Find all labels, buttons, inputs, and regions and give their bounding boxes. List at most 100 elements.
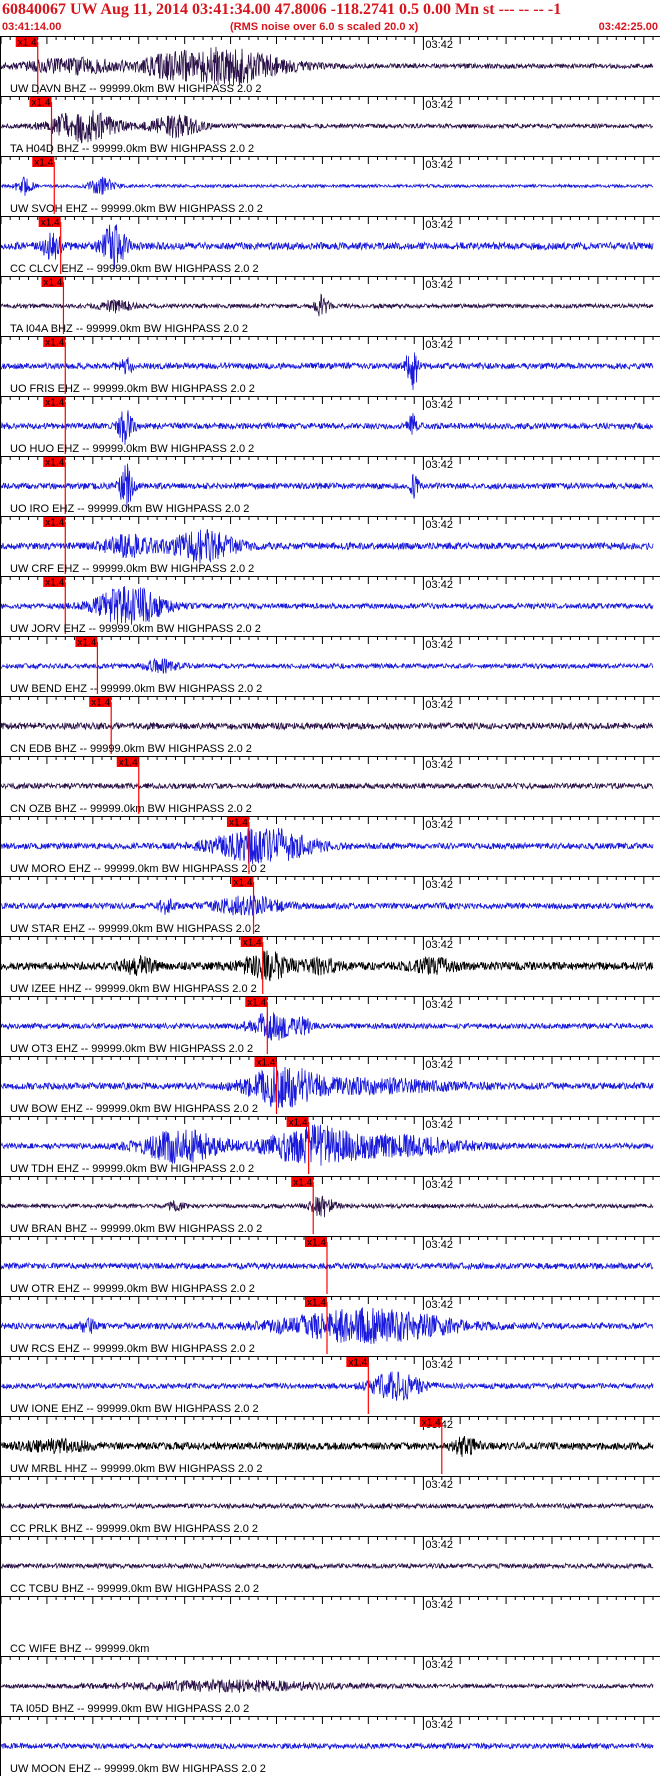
station-label: TA I04A BHZ -- 99999.0km BW HIGHPASS 2.0…: [10, 323, 248, 335]
minute-tick-label: 03:42: [425, 819, 453, 831]
pick-flag-label: x1.4: [91, 698, 110, 709]
station-label: UW MORO EHZ -- 99999.0km BW HIGHPASS 2.0…: [10, 863, 266, 875]
station-label: CN EDB BHZ -- 99999.0km BW HIGHPASS 2.0 …: [10, 743, 252, 755]
trace-17: 03:42 x1.4 UW BOW EHZ -- 99999.0km BW HIGH…: [0, 1056, 660, 1116]
station-label: UW BRAN BHZ -- 99999.0km BW HIGHPASS 2.0…: [10, 1223, 262, 1235]
pick-flag-label: x1.4: [32, 98, 51, 109]
trace-12: 03:42 x1.4 CN OZB BHZ -- 99999.0km BW HIGH…: [0, 756, 660, 816]
waveform: [0, 463, 654, 509]
trace-27: 03:42 TA I05D BHZ -- 99999.0km BW HIGHPAS…: [0, 1656, 660, 1716]
minute-tick-label: 03:42: [425, 1479, 453, 1491]
trace-25: 03:42 CC TCBU BHZ -- 99999.0km BW HIGHPAS…: [0, 1536, 660, 1596]
trace-9: 03:42 x1.4 UW JORV EHZ -- 99999.0km BW HIG…: [0, 576, 660, 636]
minute-tick-label: 03:42: [425, 1659, 453, 1671]
pick-flag-label: x1.4: [119, 758, 138, 769]
trace-2: 03:42 x1.4 UW SVOH EHZ -- 99999.0km BW HIG…: [0, 156, 660, 216]
pick-flag-label: x1.4: [18, 38, 37, 49]
pick-flag-label: x1.4: [256, 1058, 275, 1069]
waveform: [0, 950, 654, 982]
minute-tick-label: 03:42: [425, 639, 453, 651]
station-label: UW MRBL HHZ -- 99999.0km BW HIGHPASS 2.0…: [10, 1463, 262, 1475]
minute-tick-label: 03:42: [425, 1539, 453, 1551]
minute-tick-label: 03:42: [425, 699, 453, 711]
waveform: [0, 46, 654, 86]
minute-tick-label: 03:42: [425, 99, 453, 111]
minute-tick-label: 03:42: [425, 39, 453, 51]
minute-tick-label: 03:42: [425, 1179, 453, 1191]
station-label: UW SVOH EHZ -- 99999.0km BW HIGHPASS 2.0…: [10, 203, 263, 215]
minute-tick-label: 03:42: [425, 759, 453, 771]
trace-1: 03:42 x1.4 TA H04D BHZ -- 99999.0km BW HIG…: [0, 96, 660, 156]
station-label: UW STAR EHZ -- 99999.0km BW HIGHPASS 2.0…: [10, 923, 260, 935]
station-label: TA H04D BHZ -- 99999.0km BW HIGHPASS 2.0…: [10, 143, 254, 155]
trace-26: 03:42 CC WIFE BHZ -- 99999.0km: [0, 1596, 660, 1656]
waveform: [0, 1562, 654, 1570]
waveform: [0, 586, 654, 625]
pick-flag-label: x1.4: [45, 458, 64, 469]
waveform: [0, 1124, 654, 1166]
pick-flag-label: x1.4: [41, 218, 60, 229]
waveform: [0, 721, 654, 731]
station-label: UW DAVN BHZ -- 99999.0km BW HIGHPASS 2.0…: [10, 83, 261, 95]
rms-note: (RMS noise over 6.0 s scaled 20.0 x): [230, 21, 419, 33]
trace-3: 03:42 x1.4 CC CLCV EHZ -- 99999.0km BW HIG…: [0, 216, 660, 276]
minute-tick-label: 03:42: [425, 1239, 453, 1251]
trace-20: 03:42 x1.4 UW OTR EHZ -- 99999.0km BW HIGH…: [0, 1236, 660, 1296]
station-label: UO FRIS EHZ -- 99999.0km BW HIGHPASS 2.0…: [10, 383, 255, 395]
trace-19: 03:42 x1.4 UW BRAN BHZ -- 99999.0km BW HIG…: [0, 1176, 660, 1236]
station-label: CC PRLK BHZ -- 99999.0km BW HIGHPASS 2.0…: [10, 1523, 258, 1535]
minute-tick-label: 03:42: [425, 1719, 453, 1731]
trace-22: 03:42 x1.4 UW IONE EHZ -- 99999.0km BW HIG…: [0, 1356, 660, 1416]
trace-21: 03:42 x1.4 UW RCS EHZ -- 99999.0km BW HIGH…: [0, 1296, 660, 1356]
trace-7: 03:42 x1.4 UO IRO EHZ -- 99999.0km BW HIGH…: [0, 456, 660, 516]
trace-5: 03:42 x1.4 UO FRIS EHZ -- 99999.0km BW HIG…: [0, 336, 660, 396]
pick-flag-label: x1.4: [45, 338, 64, 349]
trace-10: 03:42 x1.4 UW BEND EHZ -- 99999.0km BW HIG…: [0, 636, 660, 696]
waveform: [0, 529, 654, 564]
minute-tick-label: 03:42: [425, 339, 453, 351]
station-label: CC WIFE BHZ -- 99999.0km: [10, 1643, 149, 1655]
trace-8: 03:42 x1.4 UW CRF EHZ -- 99999.0km BW HIGH…: [0, 516, 660, 576]
pick-flag-label: x1.4: [422, 1418, 441, 1429]
waveform: [0, 110, 653, 144]
station-label: UW CRF EHZ -- 99999.0km BW HIGHPASS 2.0 …: [10, 563, 254, 575]
minute-tick-label: 03:42: [425, 1599, 453, 1611]
pick-flag-label: x1.4: [289, 1118, 308, 1129]
trace-0: 03:42 x1.4 UW DAVN BHZ -- 99999.0km BW HIG…: [0, 36, 660, 96]
minute-tick-label: 03:42: [425, 999, 453, 1011]
trace-13: 03:42 x1.4 UW MORO EHZ -- 99999.0km BW HIG…: [0, 816, 660, 876]
waveform: [0, 827, 654, 865]
minute-tick-label: 03:42: [425, 879, 453, 891]
waveform: [0, 1195, 654, 1218]
pick-flag-label: x1.4: [34, 158, 53, 169]
pick-flag-label: x1.4: [293, 1178, 312, 1189]
pick-flag-label: x1.4: [247, 998, 266, 1009]
minute-tick-label: 03:42: [425, 279, 453, 291]
waveform: [0, 1741, 654, 1751]
pick-flag-label: x1.4: [348, 1358, 367, 1369]
pick-flag-label: x1.4: [45, 518, 64, 529]
waveform: [0, 1371, 654, 1401]
trace-14: 03:42 x1.4 UW STAR EHZ -- 99999.0km BW HIG…: [0, 876, 660, 936]
trace-24: 03:42 CC PRLK BHZ -- 99999.0km BW HIGHPAS…: [0, 1476, 660, 1536]
station-label: TA I05D BHZ -- 99999.0km BW HIGHPASS 2.0…: [10, 1703, 249, 1715]
station-label: UO HUO EHZ -- 99999.0km BW HIGHPASS 2.0 …: [10, 443, 254, 455]
station-label: UW JORV EHZ -- 99999.0km BW HIGHPASS 2.0…: [10, 623, 261, 635]
station-label: UW RCS EHZ -- 99999.0km BW HIGHPASS 2.0 …: [10, 1343, 255, 1355]
pick-flag-label: x1.4: [234, 878, 253, 889]
trace-11: 03:42 x1.4 CN EDB BHZ -- 99999.0km BW HIGH…: [0, 696, 660, 756]
station-label: UW OT3 EHZ -- 99999.0km BW HIGHPASS 2.0 …: [10, 1043, 253, 1055]
station-label: UO IRO EHZ -- 99999.0km BW HIGHPASS 2.0 …: [10, 503, 249, 515]
station-label: UW BEND EHZ -- 99999.0km BW HIGHPASS 2.0…: [10, 683, 262, 695]
minute-tick-label: 03:42: [425, 519, 453, 531]
minute-tick-label: 03:42: [425, 1119, 453, 1131]
pick-flag-label: x1.4: [229, 818, 248, 829]
event-title: 60840067 UW Aug 11, 2014 03:41:34.00 47.…: [2, 1, 562, 18]
minute-tick-label: 03:42: [425, 219, 453, 231]
minute-tick-label: 03:42: [425, 1059, 453, 1071]
waveform: [0, 1502, 654, 1510]
waveform: [0, 293, 654, 317]
station-label: UW IONE EHZ -- 99999.0km BW HIGHPASS 2.0…: [10, 1403, 259, 1415]
pick-flag-label: x1.4: [307, 1238, 326, 1249]
trace-15: 03:42 x1.4 UW IZEE HHZ -- 99999.0km BW HIG…: [0, 936, 660, 996]
